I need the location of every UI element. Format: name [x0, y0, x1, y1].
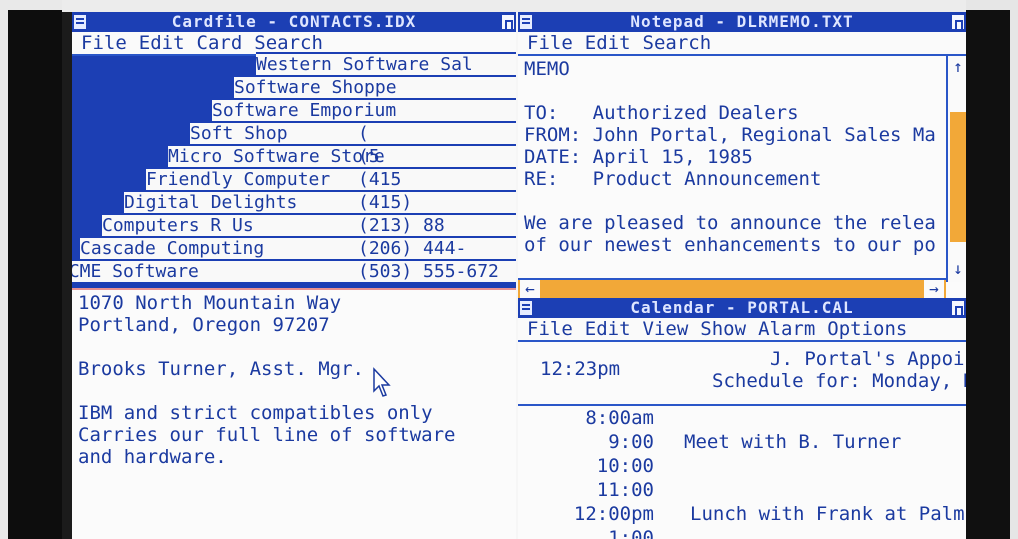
- menu-alarm[interactable]: Alarm: [758, 318, 815, 340]
- card-text-line: and hardware.: [78, 446, 227, 468]
- menu-show[interactable]: Show: [700, 318, 746, 340]
- card-index-name: Computers R Us: [102, 215, 254, 236]
- current-time: 12:23pm: [540, 358, 621, 380]
- appointment-time: 1:00: [608, 527, 654, 539]
- card-index-phone: (5: [358, 146, 380, 167]
- index-card[interactable]: Friendly Computer (415: [146, 167, 516, 190]
- scroll-right-arrow-icon[interactable]: →: [924, 280, 944, 298]
- mouse-pointer-icon: [373, 367, 391, 397]
- index-card[interactable]: Computers R Us (213) 88: [102, 213, 516, 236]
- card-index-name: Soft Shop: [190, 123, 288, 144]
- card-front[interactable]: 1070 North Mountain Way Portland, Oregon …: [72, 288, 516, 539]
- appointment-time: 12:00pm: [573, 503, 654, 525]
- monitor-bezel-top: [0, 0, 1018, 12]
- notepad-text-area[interactable]: MEMO TO: Authorized Dealers FROM: John Por…: [518, 56, 940, 278]
- card-text-line: IBM and strict compatibles only: [78, 402, 433, 424]
- appointment-time: 8:00am: [585, 407, 654, 429]
- card-index-name: Western Software Sal: [256, 54, 473, 75]
- cardfile-window: Cardfile - CONTACTS.IDX File Edit Card Sear…: [72, 12, 516, 539]
- menu-file[interactable]: File: [527, 318, 573, 340]
- menu-view[interactable]: View: [643, 318, 689, 340]
- index-card[interactable]: Western Software Sal: [256, 52, 516, 75]
- card-index-phone: (: [358, 123, 369, 144]
- maximize-icon[interactable]: [952, 15, 964, 29]
- scroll-thumb[interactable]: [950, 112, 966, 242]
- card-stack: Western Software Sal Software Shoppe Softw…: [72, 52, 516, 288]
- index-card[interactable]: Cascade Computing (206) 444-: [80, 236, 516, 259]
- card-index-name: Cascade Computing: [80, 238, 265, 259]
- card-text-line: Brooks Turner, Asst. Mgr.: [78, 358, 364, 380]
- card-text-line: Portland, Oregon 97207: [78, 314, 330, 336]
- monitor-frame: Cardfile - CONTACTS.IDX File Edit Card Sear…: [0, 0, 1018, 539]
- vertical-scrollbar[interactable]: ↑ ↓: [946, 56, 966, 282]
- notepad-menubar: File Edit Search: [518, 32, 966, 56]
- notepad-title: Notepad - DLRMEMO.TXT: [630, 12, 854, 31]
- card-index-name: Software Shoppe: [234, 77, 397, 98]
- monitor-bezel-right-shadow: [966, 10, 1010, 539]
- memo-line: MEMO: [524, 58, 570, 80]
- menu-file[interactable]: File: [527, 32, 573, 54]
- memo-line: DATE: April 15, 1985: [524, 146, 753, 168]
- desktop-screen: Cardfile - CONTACTS.IDX File Edit Card Sear…: [72, 12, 966, 539]
- notepad-titlebar[interactable]: Notepad - DLRMEMO.TXT: [518, 12, 966, 32]
- menu-search[interactable]: Search: [643, 32, 712, 54]
- calendar-window: Calendar - PORTAL.CAL File Edit View Show Al…: [518, 298, 966, 539]
- memo-line: RE: Product Announcement: [524, 168, 822, 190]
- calendar-menubar: File Edit View Show Alarm Options: [518, 318, 966, 342]
- menu-search[interactable]: Search: [254, 32, 323, 54]
- card-index-name: Micro Software Store: [168, 146, 385, 167]
- scroll-left-arrow-icon[interactable]: ←: [520, 280, 540, 298]
- memo-line: We are pleased to announce the relea: [524, 212, 936, 234]
- system-menu-icon[interactable]: [74, 15, 86, 29]
- appointment-list[interactable]: 8:00am 9:00 Meet with B. Turner 10:00 11:00 1…: [518, 406, 966, 539]
- memo-line: of our newest enhancements to our po: [524, 234, 936, 256]
- card-index-phone: (503) 555-672: [358, 261, 499, 282]
- menu-edit[interactable]: Edit: [585, 318, 631, 340]
- system-menu-icon[interactable]: [520, 15, 532, 29]
- appointment-time: 10:00: [596, 455, 654, 477]
- card-text-line: 1070 North Mountain Way: [78, 292, 342, 314]
- menu-options[interactable]: Options: [827, 318, 907, 340]
- index-card[interactable]: Software Emporium: [212, 98, 516, 121]
- calendar-title: Calendar - PORTAL.CAL: [630, 298, 854, 317]
- appointment-time: 9:00: [608, 431, 654, 453]
- index-card[interactable]: Soft Shop (: [190, 121, 516, 144]
- card-text-line: Carries our full line of software: [78, 424, 456, 446]
- card-index-name: ACME Software: [72, 261, 199, 282]
- menu-edit[interactable]: Edit: [585, 32, 631, 54]
- card-index-name: Software Emporium: [212, 100, 397, 121]
- index-card[interactable]: Software Shoppe: [234, 75, 516, 98]
- schedule-date: Schedule for: Monday, M: [712, 370, 966, 392]
- cardfile-titlebar[interactable]: Cardfile - CONTACTS.IDX: [72, 12, 516, 32]
- index-card[interactable]: Digital Delights (415): [124, 190, 516, 213]
- card-index-phone: (415: [358, 169, 402, 190]
- index-card[interactable]: ACME Software (503) 555-672: [72, 259, 516, 282]
- appointment-time: 11:00: [596, 479, 654, 501]
- menu-card[interactable]: Card: [197, 32, 243, 54]
- cardfile-title: Cardfile - CONTACTS.IDX: [171, 12, 417, 31]
- maximize-icon[interactable]: [502, 15, 514, 29]
- card-index-name: Digital Delights: [124, 192, 298, 213]
- memo-line: TO: Authorized Dealers: [524, 102, 799, 124]
- index-card[interactable]: Micro Software Store (5: [168, 144, 516, 167]
- menu-file[interactable]: File: [81, 32, 127, 54]
- notepad-window: Notepad - DLRMEMO.TXT File Edit Search MEM…: [518, 12, 966, 298]
- card-index-phone: (206) 444-: [358, 238, 467, 259]
- maximize-icon[interactable]: [952, 301, 964, 315]
- appointment-text: Meet with B. Turner: [684, 431, 902, 453]
- appointment-book-title: J. Portal's Appoin: [770, 348, 966, 370]
- monitor-bezel-left-shadow: [8, 10, 62, 539]
- horizontal-scrollbar[interactable]: ← →: [518, 278, 946, 298]
- menu-edit[interactable]: Edit: [139, 32, 185, 54]
- appointment-text: Lunch with Frank at Palm: [690, 503, 965, 525]
- card-index-name: Friendly Computer: [146, 169, 331, 190]
- scroll-up-arrow-icon[interactable]: ↑: [950, 58, 966, 76]
- calendar-titlebar[interactable]: Calendar - PORTAL.CAL: [518, 298, 966, 318]
- calendar-header: 12:23pm J. Portal's Appoin Schedule for:…: [518, 342, 966, 406]
- memo-line: FROM: John Portal, Regional Sales Ma: [524, 124, 936, 146]
- system-menu-icon[interactable]: [520, 301, 532, 315]
- card-index-phone: (213) 88: [358, 215, 445, 236]
- card-index-phone: (415): [358, 192, 413, 213]
- scroll-down-arrow-icon[interactable]: ↓: [950, 260, 966, 278]
